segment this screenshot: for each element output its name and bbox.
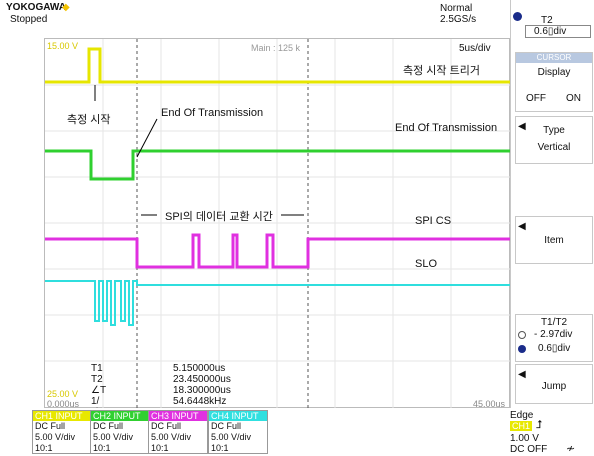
display-off[interactable]: OFF: [526, 93, 546, 104]
ch2-trace: [45, 149, 511, 181]
top-voltage-label: 15.00 V: [47, 41, 79, 51]
ch2-coupling: DC Full: [93, 421, 124, 431]
ch4-head: CH4 INPUT: [209, 411, 267, 421]
t2-value-box[interactable]: 0.6▯div: [525, 25, 591, 38]
ch1-head: CH1 INPUT: [33, 411, 91, 421]
cursor-menu-label: CURSOR: [516, 53, 592, 63]
trigger-label: 측정 시작 트리거: [403, 65, 480, 77]
ch1-probe: 10:1: [35, 443, 53, 453]
item-panel[interactable]: ◀ Item: [515, 216, 593, 264]
jump-arrow-icon: ◀: [518, 369, 526, 380]
t2b-value: 0.6▯div: [538, 343, 571, 354]
meas-dt-value: 18.300000us: [173, 385, 231, 396]
main-info: Main : 125 k: [251, 43, 301, 53]
display-panel[interactable]: CURSOR Display OFF ON: [515, 52, 593, 112]
eot-label-right: End Of Transmission: [395, 122, 498, 134]
item-arrow-icon: ◀: [518, 221, 526, 232]
rising-edge-icon: ⮥: [536, 419, 543, 431]
start-label: 측정 시작: [67, 114, 111, 126]
jump-panel[interactable]: ◀ Jump: [515, 364, 593, 404]
ch3-box[interactable]: CH3 INPUT DC Full 5.00 V/div 10:1: [148, 410, 208, 454]
meas-t1-name: T1: [91, 363, 103, 374]
jump-label: Jump: [541, 381, 567, 392]
trigger-coupling: DC OFF: [510, 444, 548, 455]
scope-header: YOKOGAWA ◆ Stopped Normal 2.5GS/s: [0, 0, 510, 38]
spi-cs-label: SPI CS: [415, 215, 452, 227]
run-state: Stopped: [10, 14, 48, 25]
ch1-scale: 5.00 V/div: [35, 432, 76, 442]
ch4-coupling: DC Full: [211, 421, 242, 431]
meas-t2-name: T2: [91, 374, 103, 385]
ch3-scale: 5.00 V/div: [151, 432, 192, 442]
trigger-level: 1.00 V: [510, 433, 539, 444]
display-on[interactable]: ON: [566, 93, 581, 104]
sample-rate: 2.5GS/s: [440, 14, 477, 25]
ch2-scale: 5.00 V/div: [93, 432, 134, 442]
trigger-source: CH1: [510, 421, 533, 431]
time-div: 5us/div: [459, 43, 491, 54]
channel-footer: CH1 INPUT DC Full 5.00 V/div 10:1 CH2 IN…: [0, 408, 594, 456]
slo-label: SLO: [415, 258, 438, 270]
ch1-coupling: DC Full: [35, 421, 66, 431]
ch2-head: CH2 INPUT: [91, 411, 149, 421]
t1t2-panel[interactable]: T1/T2 - 2.97div 0.6▯div: [515, 314, 593, 362]
spi-exchange-label: SPI의 데이터 교환 시간: [165, 211, 273, 223]
brand-name: YOKOGAWA: [6, 2, 67, 13]
meas-t2-value: 23.450000us: [173, 374, 231, 385]
bottom-voltage-label: 25.00 V: [47, 389, 79, 399]
trigger-type: Edge: [510, 410, 534, 421]
eot-label-left: End Of Transmission: [161, 107, 264, 119]
display-title: Display: [537, 67, 571, 78]
t1-value: - 2.97div: [534, 329, 573, 340]
ch2-box[interactable]: CH2 INPUT DC Full 5.00 V/div 10:1: [90, 410, 150, 454]
ch1-box[interactable]: CH1 INPUT DC Full 5.00 V/div 10:1: [32, 410, 92, 454]
type-arrow-icon: ◀: [518, 121, 526, 132]
item-label: Item: [544, 235, 564, 246]
t2-knob-icon: [518, 345, 526, 353]
type-panel[interactable]: ◀ Type Vertical: [515, 116, 593, 164]
ch3-probe: 10:1: [151, 443, 169, 453]
trigger-mode: Normal: [440, 3, 473, 14]
meas-dt-name: ∠T: [91, 385, 107, 396]
t1-knob-icon: [518, 331, 526, 339]
ch4-scale: 5.00 V/div: [211, 432, 252, 442]
ch4-probe: 10:1: [211, 443, 229, 453]
t1t2-title: T1/T2: [540, 317, 568, 328]
ch4-trace: [45, 280, 511, 326]
type-value: Vertical: [537, 142, 571, 153]
ch3-coupling: DC Full: [151, 421, 182, 431]
meas-t1-value: 5.150000us: [173, 363, 226, 374]
waveform-plot[interactable]: 15.00 V Main : 125 k 5us/div 측정 시작 트리거 측…: [44, 38, 511, 418]
knob-icon: [513, 12, 522, 21]
noise-reject-icon: ≁: [566, 443, 576, 455]
ch3-head: CH3 INPUT: [149, 411, 207, 421]
ch3-trace: [45, 233, 511, 269]
ch4-box[interactable]: CH4 INPUT DC Full 5.00 V/div 10:1: [208, 410, 268, 454]
ch2-probe: 10:1: [93, 443, 111, 453]
cursor-sidebar: T2 0.6▯div CURSOR Display OFF ON ◀ Type …: [510, 0, 594, 410]
meas-freq-value: 54.6448kHz: [173, 396, 227, 407]
type-title: Type: [543, 125, 565, 136]
brand-diamond-icon: ◆: [62, 2, 70, 13]
